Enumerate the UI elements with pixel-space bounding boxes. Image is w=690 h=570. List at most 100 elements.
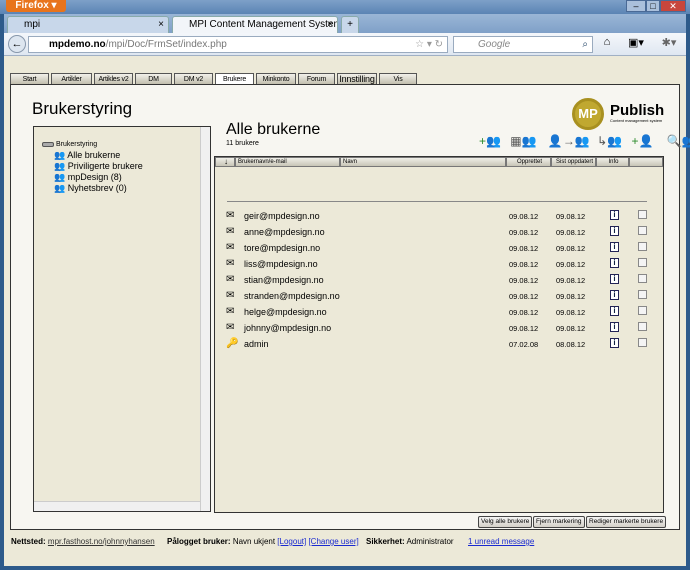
table-row[interactable]: 🔑 admin 07.02.08 08.08.12 i — [226, 338, 666, 352]
select-checkbox[interactable] — [638, 226, 647, 235]
maximize-button[interactable]: □ — [646, 0, 660, 12]
import-users-icon[interactable]: ↳👥 — [597, 134, 622, 148]
username-cell[interactable]: liss@mpdesign.no — [244, 259, 318, 269]
header-select — [629, 157, 663, 167]
tree-item-label: mpDesign (8) — [67, 172, 122, 182]
logo-subtitle: Content management system — [610, 118, 663, 123]
info-icon[interactable]: i — [610, 226, 619, 236]
url-bar[interactable]: mpdemo.no/mpi/Doc/FrmSet/index.php ☆ ▾ ↻ — [28, 36, 448, 53]
created-cell: 07.02.08 — [509, 340, 539, 349]
header-username[interactable]: Brukernavn/e-mail — [235, 157, 340, 167]
search-users-icon[interactable]: 🔍👥 — [667, 134, 690, 148]
updated-cell: 09.08.12 — [556, 324, 586, 333]
search-input[interactable]: Google ⌕ — [453, 36, 593, 53]
browser-tab-mpi[interactable]: mpi × — [7, 16, 169, 33]
home-icon[interactable]: ⌂ — [598, 36, 616, 53]
users-group-icon: 👥 — [54, 150, 66, 160]
group-table-icon[interactable]: ▦👥 — [510, 134, 536, 148]
header-name[interactable]: Navn — [340, 157, 506, 167]
logout-link[interactable]: [Logout] — [277, 537, 306, 546]
header-updated[interactable]: Sist oppdatert — [551, 157, 596, 167]
tree-item-mpdesign[interactable]: 👥 mpDesign (8) — [54, 172, 122, 183]
table-row[interactable]: ✉ johnny@mpdesign.no 09.08.12 09.08.12 i — [226, 322, 666, 336]
info-icon[interactable]: i — [610, 242, 619, 252]
tree-item-alle-brukerne[interactable]: 👥 Alle brukerne — [54, 150, 120, 161]
tree-item-label: Priviligerte brukere — [67, 161, 143, 171]
username-cell[interactable]: tore@mpdesign.no — [244, 243, 320, 253]
addon-icon[interactable]: ✱▾ — [656, 36, 682, 53]
info-icon[interactable]: i — [610, 338, 619, 348]
table-row[interactable]: ✉ stranden@mpdesign.no 09.08.12 09.08.12… — [226, 290, 666, 304]
updated-cell: 09.08.12 — [556, 260, 586, 269]
info-icon[interactable]: i — [610, 290, 619, 300]
close-tab-icon[interactable]: × — [158, 17, 164, 32]
header-info[interactable]: Info — [596, 157, 629, 167]
back-arrow-icon[interactable]: ← — [8, 35, 26, 53]
page-title: Brukerstyring — [32, 99, 133, 118]
select-checkbox[interactable] — [638, 258, 647, 267]
username-cell[interactable]: admin — [244, 339, 269, 349]
info-icon[interactable]: i — [610, 322, 619, 332]
table-row[interactable]: ✉ helge@mpdesign.no 09.08.12 09.08.12 i — [226, 306, 666, 320]
username-cell[interactable]: helge@mpdesign.no — [244, 307, 327, 317]
select-checkbox[interactable] — [638, 338, 647, 347]
select-checkbox[interactable] — [638, 210, 647, 219]
close-tab-icon[interactable]: × — [327, 17, 333, 32]
info-icon[interactable]: i — [610, 210, 619, 220]
updated-cell: 09.08.12 — [556, 308, 586, 317]
change-user-link[interactable]: [Change user] — [308, 537, 358, 546]
tree-item-nyhetsbrev[interactable]: 👥 Nyhetsbrev (0) — [54, 183, 127, 194]
tree-item-priviligerte[interactable]: 👥 Priviligerte brukere — [54, 161, 143, 172]
select-checkbox[interactable] — [638, 242, 647, 251]
admin-key-icon: 🔑 — [226, 338, 239, 349]
minimize-button[interactable]: – — [626, 0, 646, 12]
info-icon[interactable]: i — [610, 306, 619, 316]
username-cell[interactable]: stian@mpdesign.no — [244, 275, 324, 285]
firefox-menu-button[interactable]: Firefox ▾ — [6, 0, 66, 12]
table-row[interactable]: ✉ stian@mpdesign.no 09.08.12 09.08.12 i — [226, 274, 666, 288]
new-tab-button[interactable]: + — [341, 16, 359, 33]
info-icon[interactable]: i — [610, 274, 619, 284]
tree-horizontal-scrollbar[interactable] — [34, 501, 200, 511]
select-checkbox[interactable] — [638, 274, 647, 283]
select-checkbox[interactable] — [638, 290, 647, 299]
browser-tab-mpi-cms[interactable]: MPI Content Management System v2...× — [172, 16, 338, 33]
table-row[interactable]: ✉ liss@mpdesign.no 09.08.12 09.08.12 i — [226, 258, 666, 272]
select-checkbox[interactable] — [638, 306, 647, 315]
sort-arrow-icon[interactable]: ↓ — [215, 157, 235, 167]
security-value: Administrator — [406, 537, 454, 546]
unread-messages-link[interactable]: 1 unread message — [468, 537, 534, 546]
created-cell: 09.08.12 — [509, 260, 539, 269]
username-cell[interactable]: johnny@mpdesign.no — [244, 323, 331, 333]
tree-item-label: Nyhetsbrev (0) — [67, 183, 127, 193]
site-link[interactable]: mpr.fasthost.no/johnnyhansen — [48, 537, 155, 546]
header-created[interactable]: Opprettet — [506, 157, 551, 167]
add-user-icon[interactable]: +👤 — [632, 134, 654, 148]
bookmarks-icon[interactable]: ▣▾ — [622, 36, 650, 53]
table-row[interactable]: ✉ geir@mpdesign.no 09.08.12 09.08.12 i — [226, 210, 666, 224]
tree-root[interactable]: Brukerstyring — [42, 141, 97, 148]
user-mail-icon: ✉ — [226, 258, 235, 269]
search-icon[interactable]: ⌕ — [582, 37, 588, 52]
updated-cell: 09.08.12 — [556, 212, 586, 221]
tree-vertical-scrollbar[interactable] — [200, 127, 210, 511]
window-titlebar — [0, 0, 690, 14]
select-checkbox[interactable] — [638, 322, 647, 331]
created-cell: 09.08.12 — [509, 228, 539, 237]
clear-selection-button[interactable]: Fjern markering — [533, 516, 585, 528]
table-row[interactable]: ✉ anne@mpdesign.no 09.08.12 09.08.12 i — [226, 226, 666, 240]
table-row[interactable]: ✉ tore@mpdesign.no 09.08.12 09.08.12 i — [226, 242, 666, 256]
select-all-button[interactable]: Velg alle brukere — [478, 516, 533, 528]
username-cell[interactable]: anne@mpdesign.no — [244, 227, 325, 237]
username-cell[interactable]: geir@mpdesign.no — [244, 211, 320, 221]
tree-root-label: Brukerstyring — [55, 141, 98, 148]
info-icon[interactable]: i — [610, 258, 619, 268]
edit-selected-button[interactable]: Rediger markerte brukere — [586, 516, 667, 528]
add-group-icon[interactable]: +👥 — [479, 134, 501, 148]
move-user-icon[interactable]: 👤→👥 — [548, 134, 590, 148]
bookmark-star-icon[interactable]: ☆ ▾ ↻ — [415, 37, 443, 52]
username-cell[interactable]: stranden@mpdesign.no — [244, 291, 340, 301]
close-window-button[interactable]: ✕ — [660, 0, 686, 12]
updated-cell: 09.08.12 — [556, 244, 586, 253]
security-label: Sikkerhet: — [366, 537, 405, 546]
